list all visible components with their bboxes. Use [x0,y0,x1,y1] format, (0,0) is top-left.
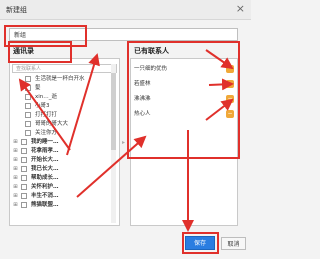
annotation-arrow-contacts [18,78,71,151]
annotation-arrow-transfer [76,135,147,198]
annotation-arrow-remove-3 [205,98,234,121]
annotation-arrow-remove-1 [205,49,234,70]
annotation-arrow-remove-2 [208,78,234,91]
annotation-arrow-contacts-2 [66,53,100,156]
annotation-arrows [18,49,234,232]
